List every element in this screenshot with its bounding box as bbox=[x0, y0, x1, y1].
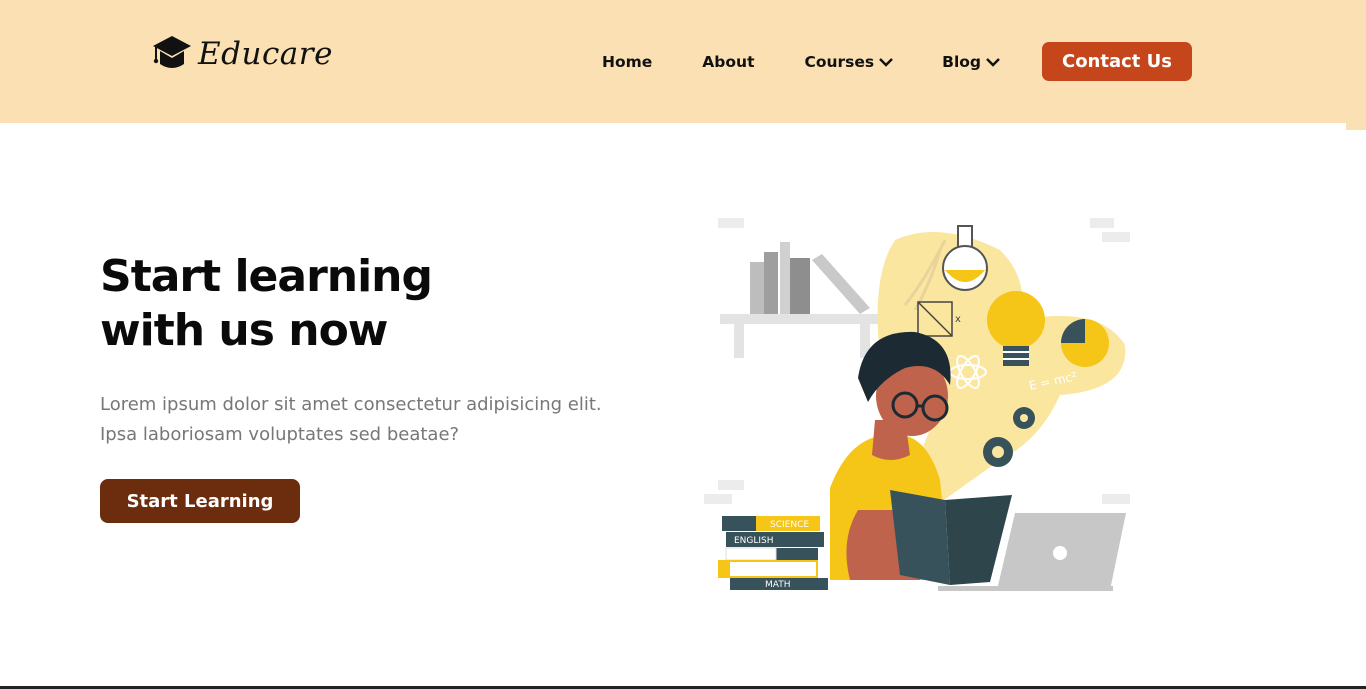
open-book bbox=[890, 490, 1012, 585]
book-label-math: MATH bbox=[765, 580, 791, 590]
brand-logo[interactable]: Educare bbox=[152, 30, 333, 78]
main-nav: Home About Courses Blog bbox=[602, 48, 1001, 76]
hero-description-line2: Ipsa laboriosam voluptates sed beatae? bbox=[100, 424, 460, 445]
chevron-down-icon bbox=[879, 58, 894, 67]
student-learning-illustration: x E = mc² SCIENCE ENGLISH MATH bbox=[704, 218, 1130, 591]
nav-courses-label: Courses bbox=[804, 53, 875, 71]
wall-brick bbox=[1102, 494, 1130, 504]
hero-description-line1: Lorem ipsum dolor sit amet consectetur a… bbox=[100, 394, 602, 415]
hero-title: Start learning with us now bbox=[100, 250, 600, 358]
wall-brick bbox=[704, 494, 732, 504]
graduation-cap-icon bbox=[153, 36, 191, 68]
book-label-science: SCIENCE bbox=[770, 520, 809, 530]
wall-brick bbox=[718, 480, 744, 490]
navbar-edge-decoration bbox=[1346, 0, 1366, 130]
nav-blog-label: Blog bbox=[942, 53, 982, 71]
nav-about-link[interactable]: About bbox=[702, 53, 754, 71]
nav-blog-dropdown[interactable]: Blog bbox=[942, 53, 1001, 71]
contact-us-button[interactable]: Contact Us bbox=[1042, 42, 1192, 81]
hero-title-line2: with us now bbox=[100, 305, 388, 356]
start-learning-button[interactable]: Start Learning bbox=[100, 479, 300, 523]
bookshelf bbox=[720, 242, 880, 358]
nav-about-label: About bbox=[702, 53, 755, 71]
chevron-down-icon bbox=[986, 58, 1000, 67]
geometry-x-label: x bbox=[955, 314, 961, 325]
book-label-english: ENGLISH bbox=[734, 536, 774, 546]
gear-icon bbox=[983, 437, 1013, 467]
hero-description: Lorem ipsum dolor sit amet consectetur a… bbox=[100, 390, 670, 450]
gear-icon bbox=[1013, 407, 1035, 429]
wall-brick bbox=[1102, 232, 1130, 242]
nav-home-label: Home bbox=[602, 53, 653, 71]
wall-brick bbox=[718, 218, 744, 228]
wall-brick bbox=[1090, 218, 1114, 228]
hero-title-line1: Start learning bbox=[100, 251, 433, 302]
pie-chart-icon bbox=[1061, 319, 1109, 367]
nav-home-link[interactable]: Home bbox=[602, 53, 652, 71]
nav-courses-dropdown[interactable]: Courses bbox=[804, 53, 894, 71]
books-stack: SCIENCE ENGLISH MATH bbox=[718, 516, 828, 590]
brand-name: Educare bbox=[198, 36, 333, 72]
